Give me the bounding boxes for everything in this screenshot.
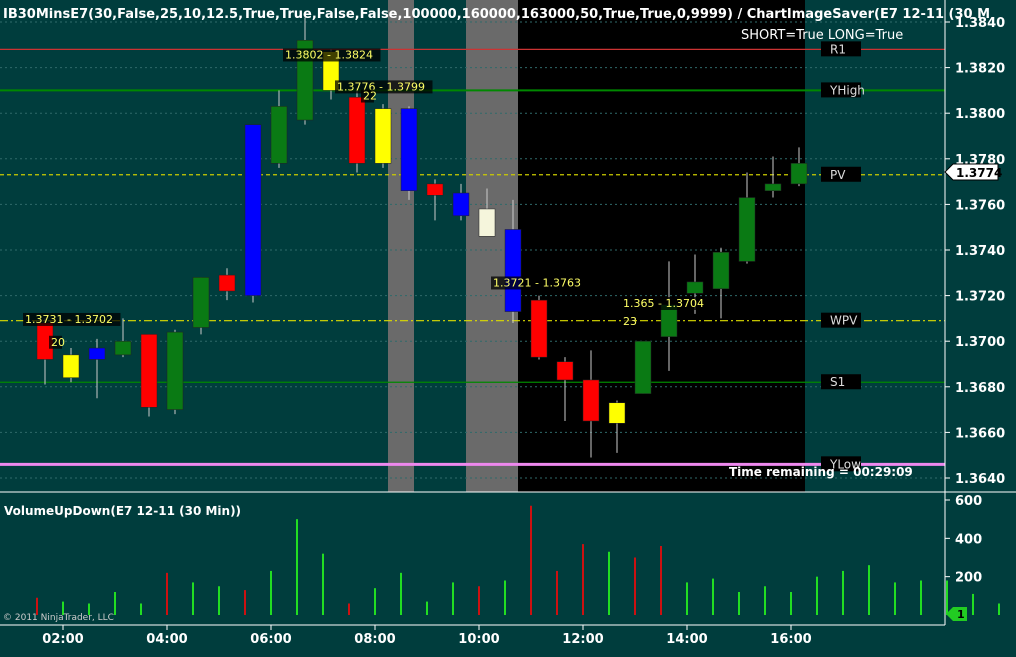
y-tick-label: 1.3720 (955, 290, 1005, 305)
chart-title: IB30MinsE7(30,False,25,10,12.5,True,True… (3, 7, 990, 22)
level-label-text: WPV (830, 314, 858, 328)
candle-body (556, 361, 574, 381)
level-label-text: PV (830, 168, 846, 182)
candle-body (400, 108, 418, 191)
candle (192, 277, 210, 335)
y-tick-label: 1.3660 (955, 426, 1005, 441)
ib-label: 23 (621, 315, 637, 329)
vol-tick-label: 600 (955, 494, 982, 509)
y-tick-label: 1.3680 (955, 381, 1005, 396)
candle-body (374, 108, 392, 164)
ib-label-text: 1.3802 - 1.3824 (285, 48, 373, 61)
x-tick-label: 16:00 (770, 632, 811, 647)
candle-body (790, 163, 808, 185)
ib-label: 1.3776 - 1.3799 (335, 80, 433, 94)
copyright: © 2011 NinjaTrader, LLC (3, 613, 114, 623)
ib-label-text: 1.3776 - 1.3799 (337, 80, 425, 93)
ib-label: 1.3721 - 1.3763 (491, 276, 589, 290)
level-label-r1: R1 (821, 41, 861, 57)
x-tick-label: 12:00 (562, 632, 603, 647)
last-price: 1.3774 (956, 166, 1002, 180)
y-tick-label: 1.3760 (955, 198, 1005, 213)
y-tick-label: 1.3640 (955, 472, 1005, 487)
y-tick-label: 1.3800 (955, 107, 1005, 122)
candle-body (140, 334, 158, 408)
x-tick-label: 04:00 (146, 632, 187, 647)
last-price-badge: 1.3774 (944, 163, 1002, 181)
ib-label-text: 1.365 - 1.3704 (623, 297, 704, 310)
level-label-text: YHigh (829, 83, 865, 97)
candle-body (62, 354, 80, 378)
ib-label: 1.3731 - 1.3702 (23, 312, 121, 326)
signal-text: SHORT=True LONG=True (741, 28, 903, 43)
ib-label-text: 20 (51, 336, 65, 349)
level-label-pv: PV (821, 166, 861, 182)
price-chart[interactable]: R1YHighPVWPVS1YLow 1.3731 - 1.3702201.38… (0, 0, 1016, 657)
candle-body (114, 340, 132, 356)
y-tick-label: 1.3740 (955, 244, 1005, 259)
candle-body (608, 402, 626, 424)
level-label-yhigh: YHigh (821, 82, 865, 98)
ib-label: 22 (361, 89, 377, 103)
candle (244, 124, 262, 303)
candle-body (192, 277, 210, 328)
ib-label-text: 1.3731 - 1.3702 (25, 313, 113, 326)
candle-body (738, 197, 756, 262)
ib-label: 20 (49, 335, 65, 349)
level-label-text: R1 (830, 42, 846, 56)
candle-body (504, 229, 522, 312)
ib-label-text: 23 (623, 315, 637, 328)
candle-body (426, 183, 444, 196)
session-shade (518, 0, 805, 492)
x-tick-label: 10:00 (458, 632, 499, 647)
candle-body (634, 340, 652, 394)
candle-body (712, 252, 730, 290)
ib-label: 1.365 - 1.3704 (621, 297, 712, 310)
candle-body (582, 379, 600, 422)
candle (400, 106, 418, 200)
vol-tick-label: 400 (955, 532, 982, 547)
level-label-text: S1 (830, 375, 845, 389)
candle-body (452, 192, 470, 217)
candle-body (530, 299, 548, 358)
x-tick-label: 06:00 (250, 632, 291, 647)
ib-label-text: 1.3721 - 1.3763 (493, 276, 581, 289)
candle-body (764, 183, 782, 191)
candle (140, 334, 158, 417)
candle (530, 295, 548, 360)
ib-label: 1.3802 - 1.3824 (283, 48, 381, 62)
x-tick-label: 08:00 (354, 632, 395, 647)
candle-body (166, 331, 184, 410)
time-remaining: Time remaining = 00:29:09 (729, 465, 913, 479)
candle-body (88, 347, 106, 360)
level-label-s1: S1 (821, 374, 861, 390)
x-tick-label: 02:00 (42, 632, 83, 647)
candle-body (686, 281, 704, 294)
candle-body (270, 106, 288, 164)
candle (374, 104, 392, 168)
ib-label-text: 22 (363, 90, 377, 103)
candle-body (244, 124, 262, 296)
candle-body (348, 96, 366, 164)
candle (634, 340, 652, 394)
y-tick-label: 1.3700 (955, 335, 1005, 350)
y-tick-label: 1.3820 (955, 62, 1005, 77)
volume-title: VolumeUpDown(E7 12-11 (30 Min)) (4, 504, 241, 518)
level-label-wpv: WPV (821, 312, 861, 328)
vol-tick-label: 200 (955, 571, 982, 586)
ib-shade-1 (388, 0, 414, 492)
candle-body (218, 274, 236, 292)
candle (166, 329, 184, 415)
x-tick-label: 14:00 (666, 632, 707, 647)
candle-body (478, 208, 496, 237)
volume-badge-text: 1 (957, 608, 965, 621)
